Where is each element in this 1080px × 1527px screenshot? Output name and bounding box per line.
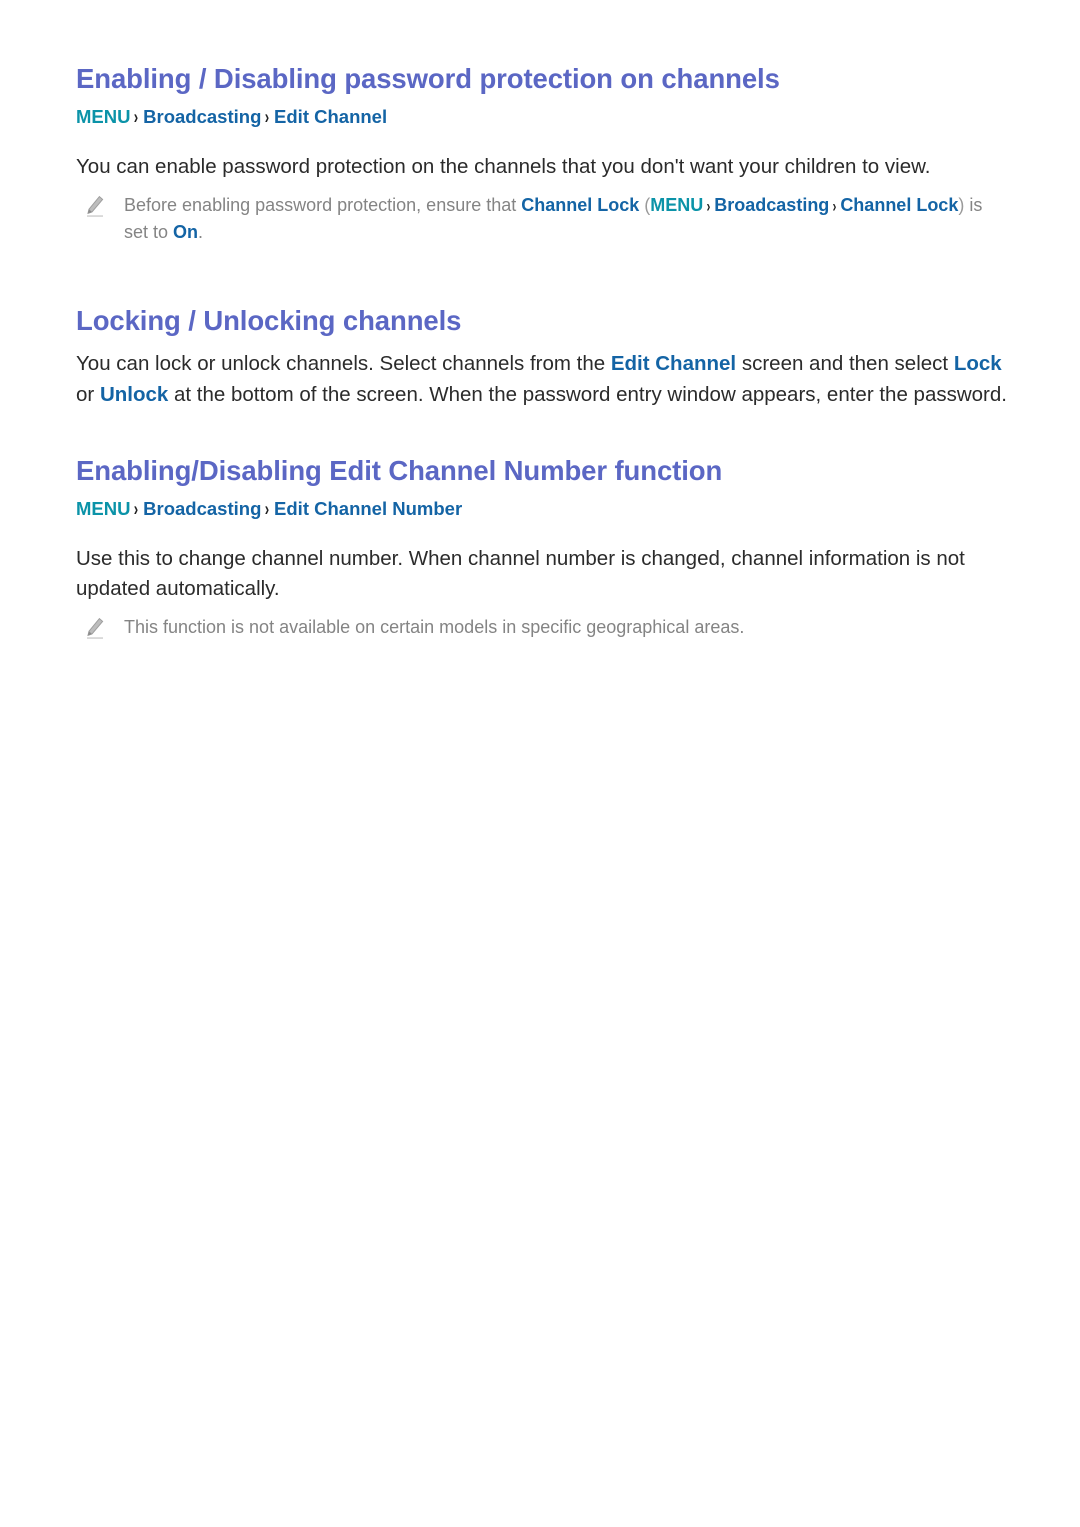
- breadcrumb-menu[interactable]: MENU: [76, 106, 130, 127]
- note-part-1: Before enabling password protection, ens…: [124, 194, 522, 215]
- note-breadcrumb-channel-lock[interactable]: Channel Lock: [840, 195, 958, 215]
- note-text: This function is not available on certai…: [124, 617, 745, 638]
- chevron-right-icon: ›: [134, 498, 139, 520]
- page-title: Enabling/Disabling Edit Channel Number f…: [76, 455, 723, 487]
- breadcrumb-item-broadcasting[interactable]: Broadcasting: [143, 498, 261, 519]
- breadcrumb-menu[interactable]: MENU: [76, 498, 130, 519]
- pencil-note-icon: [84, 617, 106, 641]
- link-lock[interactable]: Lock: [954, 352, 1002, 375]
- note-breadcrumb-broadcasting[interactable]: Broadcasting: [714, 195, 829, 215]
- link-edit-channel[interactable]: Edit Channel: [611, 352, 736, 375]
- note-breadcrumb-menu[interactable]: MENU: [650, 195, 703, 215]
- note-row: This function is not available on certai…: [84, 614, 1010, 641]
- chevron-right-icon: ›: [706, 196, 711, 216]
- pencil-note-icon: [84, 195, 106, 219]
- section-edit-channel-number: Enabling/Disabling Edit Channel Number f…: [76, 454, 1010, 641]
- note-text: Before enabling password protection, ens…: [124, 192, 1010, 246]
- section-password-protection: Enabling / Disabling password protection…: [76, 62, 1010, 246]
- note-row: Before enabling password protection, ens…: [84, 192, 1010, 246]
- breadcrumb-item-broadcasting[interactable]: Broadcasting: [143, 106, 261, 127]
- page-title: Locking / Unlocking channels: [76, 304, 462, 336]
- note-paren-open: (: [639, 194, 651, 215]
- section-paragraph: You can enable password protection on th…: [76, 154, 931, 178]
- paragraph-part-2: screen and then select: [736, 352, 954, 376]
- note-link-on[interactable]: On: [173, 222, 198, 242]
- note-link-channel-lock[interactable]: Channel Lock: [521, 195, 639, 215]
- breadcrumb-item-edit-channel-number[interactable]: Edit Channel Number: [274, 498, 462, 519]
- chevron-right-icon: ›: [265, 106, 270, 128]
- link-unlock[interactable]: Unlock: [100, 383, 168, 406]
- breadcrumb: MENU › Broadcasting › Edit Channel: [76, 105, 1010, 130]
- breadcrumb-item-edit-channel[interactable]: Edit Channel: [274, 106, 387, 127]
- section-locking-unlocking: Locking / Unlocking channels You can loc…: [76, 304, 1010, 410]
- note-part-3: .: [198, 221, 204, 242]
- paragraph-part-1: You can lock or unlock channels. Select …: [76, 352, 611, 376]
- page-title: Enabling / Disabling password protection…: [76, 63, 780, 94]
- section-paragraph: You can lock or unlock channels. Select …: [76, 349, 1010, 410]
- chevron-right-icon: ›: [134, 106, 139, 128]
- chevron-right-icon: ›: [832, 196, 837, 216]
- paragraph-part-3: or: [76, 382, 100, 406]
- chevron-right-icon: ›: [265, 498, 270, 520]
- document-page: Enabling / Disabling password protection…: [0, 0, 1080, 1527]
- section-paragraph: Use this to change channel number. When …: [76, 546, 965, 600]
- breadcrumb: MENU › Broadcasting › Edit Channel Number: [76, 497, 1010, 522]
- paragraph-part-4: at the bottom of the screen. When the pa…: [168, 382, 1007, 406]
